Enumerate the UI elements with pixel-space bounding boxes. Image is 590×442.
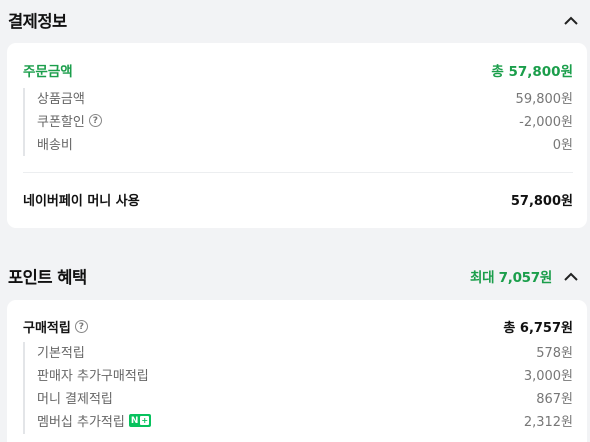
coupon-discount-value: -2,000원 bbox=[519, 115, 573, 130]
list-item: 배송비 0원 bbox=[37, 134, 573, 153]
order-amount-label: 주문금액 bbox=[23, 64, 73, 80]
naverpay-money-row: 네이버페이 머니 사용 57,800원 bbox=[23, 190, 573, 209]
payment-info-title: 결제정보 bbox=[8, 12, 67, 31]
purchase-points-value: 총 6,757원 bbox=[503, 321, 573, 336]
help-icon[interactable]: ? bbox=[88, 114, 102, 127]
shipping-fee-value: 0원 bbox=[552, 138, 573, 153]
product-amount-label: 상품금액 bbox=[37, 92, 85, 107]
coupon-discount-label: 쿠폰할인 bbox=[37, 115, 85, 130]
naver-plus-membership-icon: N + bbox=[128, 414, 152, 427]
point-benefit-title: 포인트 혜택 bbox=[8, 268, 87, 287]
seller-points-label: 판매자 추가구매적립 bbox=[37, 369, 149, 384]
membership-points-label: 멤버십 추가적립 bbox=[37, 415, 125, 430]
order-amount-row: 주문금액 총 57,800원 bbox=[23, 60, 573, 80]
points-breakdown: 기본적립 578원 판매자 추가구매적립 3,000원 머니 결제적립 867원… bbox=[23, 342, 573, 434]
list-item: 쿠폰할인 ? -2,000원 bbox=[37, 111, 573, 130]
product-amount-value: 59,800원 bbox=[515, 92, 573, 107]
naverpay-money-value: 57,800원 bbox=[510, 194, 573, 209]
seller-points-value: 3,000원 bbox=[523, 369, 573, 384]
money-payment-points-label: 머니 결제적립 bbox=[37, 392, 113, 407]
shipping-fee-label: 배송비 bbox=[37, 138, 73, 153]
purchase-points-label: 구매적립 bbox=[23, 321, 71, 336]
point-benefit-card: 구매적립 ? 총 6,757원 기본적립 578원 판매자 추가구매적립 3,0… bbox=[7, 300, 587, 442]
basic-points-label: 기본적립 bbox=[37, 346, 85, 361]
list-item: 상품금액 59,800원 bbox=[37, 88, 573, 107]
basic-points-value: 578원 bbox=[536, 346, 573, 361]
payment-info-header[interactable]: 결제정보 bbox=[0, 5, 590, 35]
chevron-up-icon[interactable] bbox=[560, 265, 582, 287]
money-payment-points-value: 867원 bbox=[536, 392, 573, 407]
list-item: 기본적립 578원 bbox=[37, 342, 573, 361]
order-breakdown: 상품금액 59,800원 쿠폰할인 ? -2,000원 배송비 0원 bbox=[23, 88, 573, 156]
naverpay-money-label: 네이버페이 머니 사용 bbox=[23, 194, 140, 209]
point-benefit-header[interactable]: 포인트 혜택 최대 7,057원 bbox=[0, 261, 590, 291]
list-item: 멤버십 추가적립 N + 2,312원 bbox=[37, 411, 573, 430]
membership-points-value: 2,312원 bbox=[523, 415, 573, 430]
divider bbox=[23, 172, 573, 173]
max-benefit-amount: 최대 7,057원 bbox=[470, 270, 552, 286]
list-item: 머니 결제적립 867원 bbox=[37, 388, 573, 407]
help-icon[interactable]: ? bbox=[74, 320, 88, 333]
purchase-points-row: 구매적립 ? 총 6,757원 bbox=[23, 317, 573, 336]
payment-info-card: 주문금액 총 57,800원 상품금액 59,800원 쿠폰할인 ? -2,00… bbox=[7, 43, 587, 228]
list-item: 판매자 추가구매적립 3,000원 bbox=[37, 365, 573, 384]
order-amount-value: 총 57,800원 bbox=[491, 64, 573, 80]
chevron-up-icon[interactable] bbox=[560, 9, 582, 31]
